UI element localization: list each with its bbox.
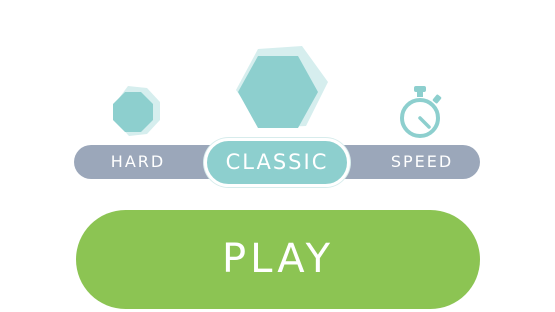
mode-speed-button[interactable]: SPEED xyxy=(370,145,474,179)
stopwatch-icon xyxy=(400,86,442,138)
octagon-icon xyxy=(113,86,160,136)
hexagon-icon xyxy=(236,46,328,128)
mode-classic-button[interactable]: CLASSIC xyxy=(204,138,350,187)
play-button[interactable]: PLAY xyxy=(76,210,480,309)
mode-hard-button[interactable]: HARD xyxy=(90,145,186,179)
